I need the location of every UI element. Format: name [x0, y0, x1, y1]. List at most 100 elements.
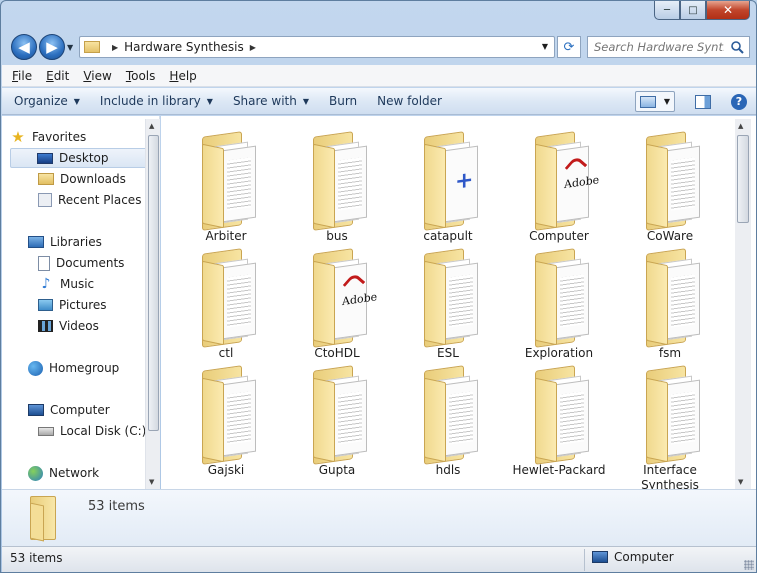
- folder-icon: [84, 41, 100, 53]
- scroll-down-icon[interactable]: ▼: [738, 478, 743, 486]
- burn-button[interactable]: Burn: [329, 94, 357, 108]
- nav-computer[interactable]: Computer: [28, 400, 159, 420]
- folder-item[interactable]: Gajski: [176, 358, 276, 477]
- homegroup-icon: [28, 360, 43, 376]
- folder-icon: [646, 365, 700, 465]
- menu-file-rest: ile: [18, 68, 33, 83]
- documents-icon: [38, 255, 50, 271]
- nav-downloads[interactable]: Downloads: [38, 169, 159, 189]
- folder-item[interactable]: hdls: [398, 358, 498, 477]
- nav-libraries[interactable]: Libraries: [28, 232, 159, 252]
- file-list-scrollbar-thumb[interactable]: [737, 135, 749, 223]
- nav-pane-scrollbar[interactable]: ▲ ▼: [145, 119, 160, 489]
- folder-icon: [30, 496, 60, 542]
- nav-computer-label: Computer: [50, 403, 110, 417]
- nav-local-disk[interactable]: Local Disk (C:): [38, 421, 159, 441]
- folder-item[interactable]: fsm: [620, 241, 720, 360]
- minimize-button[interactable]: ─: [654, 1, 680, 20]
- file-list-scrollbar[interactable]: ▲ ▼: [735, 119, 751, 489]
- recent-pages-dropdown[interactable]: ▼: [67, 43, 73, 52]
- menu-tools-rest: ools: [131, 68, 156, 83]
- folder-item[interactable]: ctl: [176, 241, 276, 360]
- include-in-library-button[interactable]: Include in library ▼: [100, 94, 213, 108]
- nav-recent-places[interactable]: Recent Places: [38, 190, 159, 210]
- scroll-up-icon[interactable]: ▲: [149, 122, 154, 130]
- nav-documents[interactable]: Documents: [38, 253, 159, 273]
- folder-icon: +: [424, 131, 478, 231]
- file-list: Arbiter bus + catapult Adobe Computer CoWare ct…: [161, 116, 756, 489]
- search-input[interactable]: [594, 40, 724, 54]
- address-dropdown[interactable]: ▼: [542, 42, 548, 51]
- folder-item[interactable]: bus: [287, 124, 387, 243]
- forward-button[interactable]: ▶: [39, 34, 65, 60]
- folder-icon: Adobe: [535, 131, 599, 231]
- organize-button[interactable]: Organize ▼: [14, 94, 80, 108]
- breadcrumb-chevron-icon[interactable]: ▶: [112, 43, 118, 52]
- new-folder-button[interactable]: New folder: [377, 94, 442, 108]
- refresh-button[interactable]: ⟳: [557, 36, 581, 58]
- folder-item[interactable]: Gupta: [287, 358, 387, 477]
- nav-desktop[interactable]: Desktop: [10, 148, 153, 168]
- breadcrumb-chevron-icon[interactable]: ▶: [250, 43, 256, 52]
- back-button[interactable]: ◀: [11, 34, 37, 60]
- nav-music-label: Music: [60, 277, 95, 291]
- scroll-up-icon[interactable]: ▲: [738, 122, 743, 130]
- chevron-down-icon: ▼: [73, 96, 80, 106]
- menu-edit[interactable]: Edit: [46, 69, 69, 83]
- search-icon[interactable]: [730, 40, 744, 54]
- menu-view[interactable]: View: [83, 69, 111, 83]
- menu-help[interactable]: Help: [169, 69, 196, 83]
- folder-item[interactable]: Arbiter: [176, 124, 276, 243]
- preview-pane-icon[interactable]: [695, 94, 711, 109]
- nav-videos-label: Videos: [59, 319, 99, 333]
- nav-desktop-label: Desktop: [59, 151, 109, 165]
- folder-label: Gupta: [318, 463, 356, 477]
- nav-homegroup[interactable]: Homegroup: [28, 358, 159, 378]
- folder-item[interactable]: Adobe Computer: [509, 124, 609, 243]
- close-button[interactable]: ✕: [706, 1, 750, 20]
- change-view-button[interactable]: ▼: [635, 91, 675, 112]
- caption-buttons: ─ □ ✕: [654, 1, 750, 21]
- folder-icon: [535, 248, 589, 348]
- plus-icon: +: [455, 167, 474, 195]
- folder-icon: [424, 248, 478, 348]
- folder-icon: [202, 131, 256, 231]
- folder-item[interactable]: Hewlet-Packard: [509, 358, 609, 477]
- breadcrumb-item[interactable]: Hardware Synthesis: [124, 40, 244, 54]
- folder-item[interactable]: ESL: [398, 241, 498, 360]
- address-bar[interactable]: ▶ Hardware Synthesis ▶ ▼: [79, 36, 555, 58]
- nav-homegroup-label: Homegroup: [49, 361, 120, 375]
- local-disk-icon: [38, 426, 54, 436]
- nav-videos[interactable]: Videos: [38, 316, 159, 336]
- folder-item[interactable]: Exploration: [509, 241, 609, 360]
- nav-pictures[interactable]: Pictures: [38, 295, 159, 315]
- nav-favorites-label: Favorites: [32, 130, 87, 144]
- scroll-down-icon[interactable]: ▼: [149, 478, 154, 486]
- menu-file[interactable]: File: [12, 69, 32, 83]
- downloads-folder-icon: [38, 173, 54, 185]
- maximize-button[interactable]: □: [680, 1, 706, 20]
- details-pane: 53 items: [2, 489, 756, 546]
- nav-libraries-label: Libraries: [50, 235, 102, 249]
- folder-item[interactable]: Interface Synthesis: [620, 358, 720, 489]
- folder-icon: [535, 365, 589, 465]
- resize-grip[interactable]: [744, 560, 754, 570]
- music-icon: ♪: [41, 276, 51, 292]
- folder-item[interactable]: Adobe CtoHDL: [287, 241, 387, 360]
- address-row: ◀ ▶ ▼ ▶ Hardware Synthesis ▶ ▼ ⟳: [1, 29, 756, 65]
- help-icon[interactable]: ?: [731, 93, 747, 110]
- nav-pane-scrollbar-thumb[interactable]: [148, 135, 159, 431]
- chevron-down-icon[interactable]: ▼: [664, 97, 670, 106]
- new-folder-label: New folder: [377, 94, 442, 108]
- nav-favorites[interactable]: ★ Favorites: [10, 127, 153, 147]
- burn-label: Burn: [329, 94, 358, 108]
- view-icon: [639, 95, 656, 108]
- menu-tools[interactable]: Tools: [126, 69, 156, 83]
- share-with-button[interactable]: Share with ▼: [233, 94, 309, 108]
- menu-edit-rest: dit: [53, 68, 70, 83]
- search-box[interactable]: [587, 36, 750, 58]
- folder-item[interactable]: + catapult: [398, 124, 498, 243]
- nav-network[interactable]: Network: [28, 463, 159, 483]
- nav-music[interactable]: ♪ Music: [38, 274, 159, 294]
- folder-item[interactable]: CoWare: [620, 124, 720, 243]
